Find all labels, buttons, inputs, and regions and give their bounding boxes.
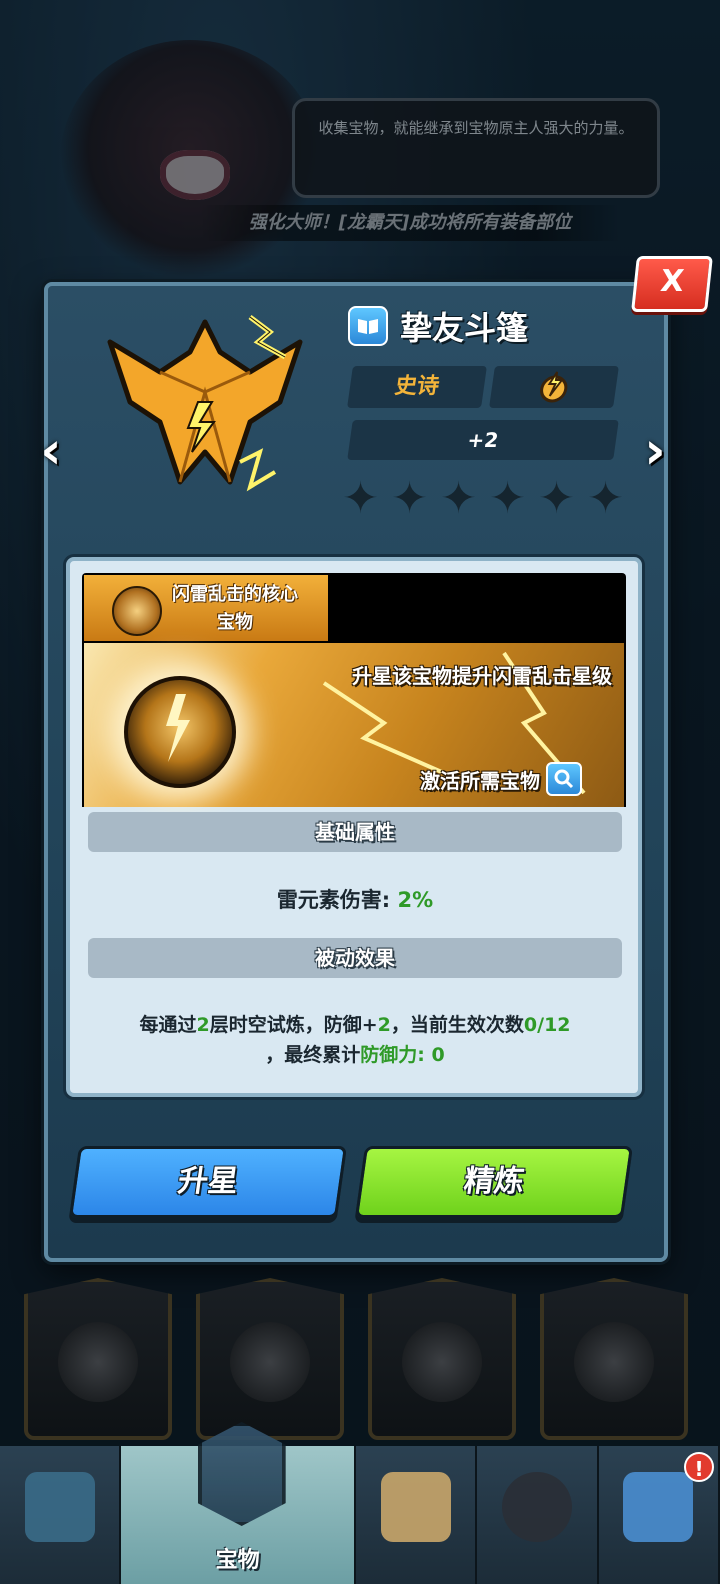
treasure-slot-icon <box>402 1322 482 1402</box>
treasure-slot-icon <box>574 1322 654 1402</box>
element-badge <box>489 366 619 408</box>
next-item-arrow[interactable]: › <box>636 425 674 481</box>
heroes-tab-icon <box>502 1472 572 1542</box>
book-icon[interactable] <box>348 306 388 346</box>
passive-total-defense: 防御力: 0 <box>360 1044 445 1066</box>
empty-star-icon: ✦ <box>538 473 575 524</box>
treasure-slot[interactable] <box>368 1278 516 1440</box>
lightning-core-glyph <box>166 694 190 762</box>
skill-orb-icon <box>112 586 162 636</box>
stat-line: 雷元素伤害: 2% <box>88 884 622 914</box>
empty-star-icon: ✦ <box>391 473 428 524</box>
skill-core-orb-icon <box>124 676 236 788</box>
empty-star-icon: ✦ <box>440 473 477 524</box>
passive-text-1: 每通过 <box>139 1014 197 1036</box>
star-rating: ✦ ✦ ✦ ✦ ✦ ✦ <box>340 474 626 524</box>
map-tab-icon <box>380 1472 451 1542</box>
magnifier-glyph <box>554 769 574 789</box>
passive-description: 每通过2层时空试炼，防御+2，当前生效次数0/12 ，最终累计防御力: 0 <box>92 1010 618 1070</box>
open-book-glyph <box>358 319 378 334</box>
passive-text-3: ，当前生效次数 <box>390 1014 524 1036</box>
treasure-slot[interactable] <box>540 1278 688 1440</box>
passive-text-4: ，最终累计 <box>265 1044 361 1066</box>
stat-label: 雷元素伤害: <box>276 888 398 912</box>
passive-floors: 2 <box>196 1014 210 1036</box>
tab-cards[interactable]: ! <box>598 1446 720 1584</box>
item-name: 挚友斗篷 <box>400 309 529 347</box>
activate-label: 激活所需宝物 <box>420 768 540 793</box>
passive-defense-bonus: 2 <box>377 1014 391 1036</box>
crystal-tab-icon <box>24 1472 95 1542</box>
search-icon[interactable] <box>546 762 582 796</box>
passive-text-2: 层时空试炼，防御+ <box>209 1014 378 1036</box>
cards-tab-icon <box>623 1472 694 1542</box>
empty-star-icon: ✦ <box>342 473 379 524</box>
passive-effect-header: 被动效果 <box>88 938 622 978</box>
core-tag-subtitle: 宝物 <box>217 612 253 633</box>
passive-count: 0/12 <box>523 1014 571 1036</box>
core-tag-title: 闪雷乱击的核心 <box>172 584 298 605</box>
item-title-row: 挚友斗篷 <box>348 304 528 348</box>
lightning-fist-icon <box>540 371 568 403</box>
tab-treasure-label: 宝物 <box>215 1548 260 1573</box>
empty-star-icon: ✦ <box>587 473 624 524</box>
activate-required-row[interactable]: 激活所需宝物 <box>420 762 582 796</box>
tab-crystal[interactable] <box>0 1446 122 1584</box>
treasure-slot[interactable] <box>24 1278 172 1440</box>
basic-attributes-header: 基础属性 <box>88 812 622 852</box>
core-description: 升星该宝物提升闪雷乱击星级 <box>352 664 612 688</box>
stat-value: 2% <box>397 888 434 912</box>
treasure-slot-icon <box>230 1322 310 1402</box>
tab-heroes[interactable] <box>477 1446 599 1584</box>
treasure-slot-icon <box>58 1322 138 1402</box>
bottom-navigation: 宝物 ! <box>0 1422 720 1584</box>
empty-star-icon: ✦ <box>489 473 526 524</box>
refine-button[interactable]: 精炼 <box>354 1146 634 1218</box>
enhance-level: +2 <box>347 420 619 460</box>
close-button[interactable]: X <box>631 256 713 312</box>
tab-map[interactable] <box>356 1446 478 1584</box>
rarity-label: 史诗 <box>347 366 487 408</box>
tab-treasure[interactable]: 宝物 <box>121 1422 357 1584</box>
treasure-slot[interactable] <box>196 1278 344 1440</box>
notification-badge: ! <box>684 1452 714 1482</box>
lightning-cloak-icon <box>107 315 303 492</box>
upgrade-star-button[interactable]: 升星 <box>68 1146 348 1218</box>
previous-item-arrow[interactable]: ‹ <box>32 425 70 481</box>
